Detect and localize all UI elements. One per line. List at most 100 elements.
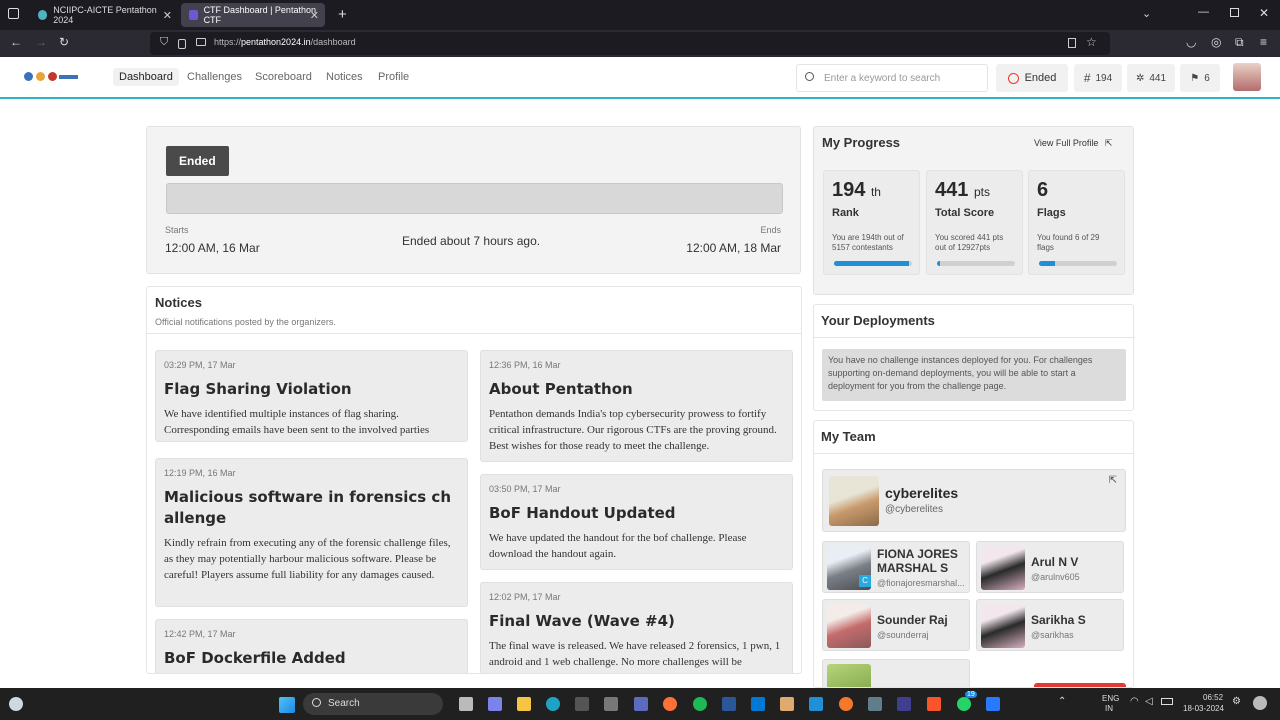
pocket-icon[interactable]: ◡ xyxy=(1186,35,1196,49)
member-handle: @sounderraj xyxy=(877,630,929,640)
spotify-icon[interactable] xyxy=(693,697,707,711)
app-icon[interactable] xyxy=(751,697,765,711)
notice-card[interactable]: 03:29 PM, 17 Mar Flag Sharing Violation … xyxy=(155,350,468,442)
close-window-icon[interactable]: ✕ xyxy=(1259,6,1269,20)
url-text[interactable]: https://pentathon2024.in/dashboard xyxy=(214,37,356,47)
team-title: My Team xyxy=(821,429,876,444)
close-tab-icon[interactable]: ✕ xyxy=(310,9,319,22)
rank-label: Rank xyxy=(832,207,859,219)
nav-notices[interactable]: Notices xyxy=(326,71,363,83)
notice-title: Malicious software in forensics challeng… xyxy=(164,488,452,527)
hash-icon: # xyxy=(1083,71,1091,85)
taskbar-search[interactable]: Search xyxy=(303,693,443,715)
firefox-icon[interactable] xyxy=(663,697,677,711)
new-tab-button[interactable]: + xyxy=(338,6,347,23)
app-icon[interactable] xyxy=(604,697,618,711)
lang-indicator[interactable]: ENG xyxy=(1102,694,1119,703)
menu-icon[interactable]: ≡ xyxy=(1260,35,1267,49)
notice-card[interactable]: 12:19 PM, 16 Mar Malicious software in f… xyxy=(155,458,468,607)
account-icon[interactable]: ◎ xyxy=(1211,35,1221,49)
restore-icon[interactable] xyxy=(1230,8,1239,17)
shield-icon[interactable]: ⛉ xyxy=(160,36,168,49)
tab-pentathon[interactable]: NCIIPC-AICTE Pentathon 2024 ✕ xyxy=(30,3,178,27)
team-member[interactable]: Arul N V @arulnv605 xyxy=(976,541,1124,593)
store-icon[interactable] xyxy=(575,697,589,711)
app-icon[interactable] xyxy=(986,697,1000,711)
team-member[interactable]: C FIONA JORES MARSHAL S @fionajoresmarsh… xyxy=(822,541,970,593)
bookmark-star-icon[interactable]: ☆ xyxy=(1086,35,1097,49)
score-detail: You scored 441 pts out of 12927pts xyxy=(935,233,1004,252)
team-member[interactable]: Sounder Raj @sounderraj xyxy=(822,599,970,651)
user-avatar[interactable] xyxy=(1233,63,1261,91)
whatsapp-icon[interactable] xyxy=(957,697,971,711)
view-profile-link[interactable]: View Full Profile ⇱ xyxy=(1034,138,1112,149)
address-bar[interactable]: ⛉ https://pentathon2024.in/dashboard ☆ xyxy=(150,32,1110,55)
search-input[interactable]: Enter a keyword to search xyxy=(796,64,988,92)
team-header[interactable]: cyberelites @cyberelites ⇱ xyxy=(822,469,1126,532)
page-info-icon[interactable] xyxy=(196,38,206,46)
notice-card[interactable]: 12:36 PM, 16 Mar About Pentathon Pentath… xyxy=(480,350,793,462)
reload-icon[interactable]: ↻ xyxy=(59,35,69,49)
blender-icon[interactable] xyxy=(839,697,853,711)
notice-card[interactable]: 12:02 PM, 17 Mar Final Wave (Wave #4) Th… xyxy=(480,582,793,673)
close-tab-icon[interactable]: ✕ xyxy=(163,9,172,22)
flag-icon: ⚑ xyxy=(1190,72,1200,84)
battery-icon[interactable] xyxy=(1161,698,1173,705)
notice-body: We have updated the handout for the bof … xyxy=(489,532,747,560)
start-icon[interactable] xyxy=(279,697,295,713)
event-logos[interactable] xyxy=(24,72,78,82)
reader-view-icon[interactable] xyxy=(1068,38,1076,48)
flags-pill[interactable]: ⚑ 6 xyxy=(1180,64,1220,92)
tab-overflow-icon[interactable]: ⌄ xyxy=(1142,7,1151,20)
notices-title: Notices xyxy=(155,295,202,310)
taskbar-search-label: Search xyxy=(328,698,360,709)
member-name: Arul N V xyxy=(1031,555,1079,569)
brave-icon[interactable] xyxy=(927,697,941,711)
file-explorer-icon[interactable] xyxy=(517,697,531,711)
weather-icon[interactable] xyxy=(9,697,23,711)
tab-ctf-dashboard[interactable]: CTF Dashboard | Pentathon CTF ✕ xyxy=(181,3,325,27)
edge-icon[interactable] xyxy=(546,697,560,711)
volume-icon[interactable]: ◁ xyxy=(1145,696,1153,707)
tab-list-icon[interactable] xyxy=(8,8,19,19)
external-link-icon[interactable]: ⇱ xyxy=(1109,475,1117,486)
clock-time[interactable]: 06:52 xyxy=(1203,693,1223,702)
member-avatar xyxy=(981,604,1025,648)
extensions-icon[interactable]: ⧉ xyxy=(1235,35,1244,50)
app-icon[interactable] xyxy=(809,697,823,711)
score-pill[interactable]: ✲ 441 xyxy=(1127,64,1175,92)
nav-challenges[interactable]: Challenges xyxy=(187,71,242,83)
app-icon[interactable] xyxy=(780,697,794,711)
flags-detail: You found 6 of 29 flags xyxy=(1037,233,1100,252)
clock-date[interactable]: 18-03-2024 xyxy=(1183,704,1224,713)
member-avatar xyxy=(827,604,871,648)
app-icon[interactable] xyxy=(897,697,911,711)
notification-icon[interactable]: ⚙ xyxy=(1232,696,1241,707)
notice-time: 03:29 PM, 17 Mar xyxy=(164,360,236,370)
forward-icon[interactable]: → xyxy=(35,35,47,49)
event-status-card: Ended Starts 12:00 AM, 16 Mar Ended abou… xyxy=(146,126,801,274)
minimize-icon[interactable]: — xyxy=(1198,6,1209,18)
back-icon[interactable]: ← xyxy=(10,35,22,49)
app-icon[interactable] xyxy=(868,697,882,711)
notice-time: 03:50 PM, 17 Mar xyxy=(489,484,561,494)
avatar-badge: C xyxy=(859,575,871,587)
region-indicator[interactable]: IN xyxy=(1105,704,1113,713)
notice-card[interactable]: 03:50 PM, 17 Mar BoF Handout Updated We … xyxy=(480,474,793,570)
team-member[interactable] xyxy=(822,659,970,687)
tray-chevron-icon[interactable]: ⌃ xyxy=(1058,696,1066,707)
notice-card[interactable]: 12:42 PM, 17 Mar BoF Dockerfile Added xyxy=(155,619,468,673)
app-icon[interactable] xyxy=(634,697,648,711)
avatar[interactable] xyxy=(1253,696,1267,710)
wifi-icon[interactable]: ◠ xyxy=(1130,696,1139,707)
rank-pill[interactable]: # 194 xyxy=(1074,64,1122,92)
nav-profile[interactable]: Profile xyxy=(378,71,409,83)
rank-progress-bar xyxy=(834,261,912,266)
nav-dashboard[interactable]: Dashboard xyxy=(113,68,179,86)
team-member[interactable]: Sarikha S @sarikhas xyxy=(976,599,1124,651)
lock-icon[interactable] xyxy=(178,39,186,49)
nav-scoreboard[interactable]: Scoreboard xyxy=(255,71,312,83)
task-view-icon[interactable] xyxy=(459,697,473,711)
word-icon[interactable] xyxy=(722,697,736,711)
chat-icon[interactable] xyxy=(488,697,502,711)
